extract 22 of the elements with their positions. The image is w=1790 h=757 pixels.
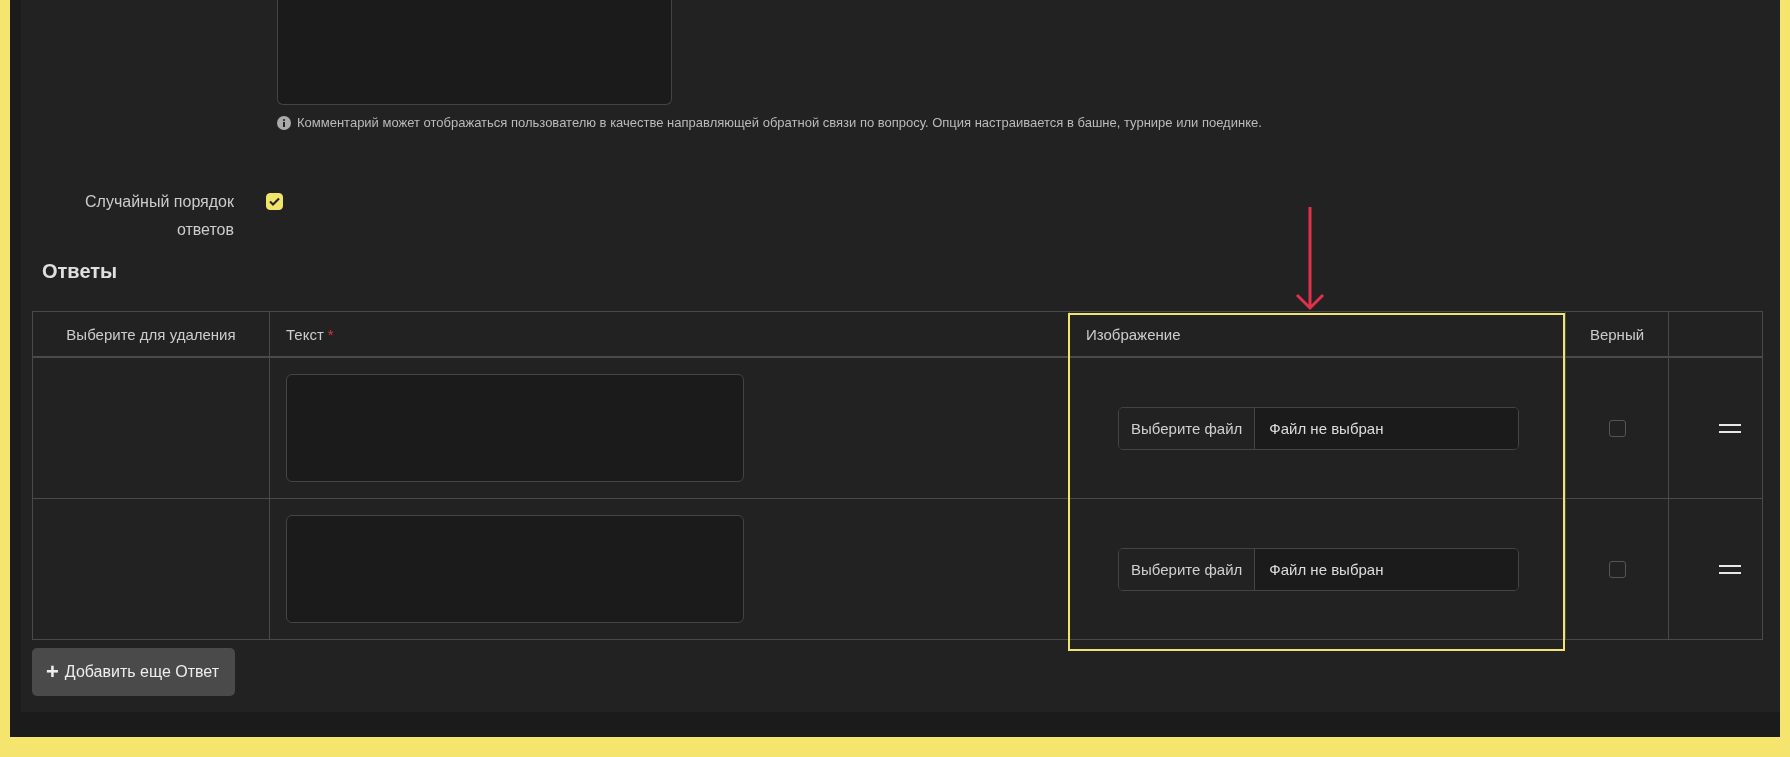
column-header: Выберите для удаления [33,312,270,358]
arrow-icon [1293,207,1327,311]
column-header: Текст * [270,312,1070,358]
shuffle-checkbox[interactable] [266,193,283,210]
column-header: Верный [1566,312,1669,358]
column-header: Изображение [1070,312,1566,358]
info-icon [277,115,291,130]
drag-handle-icon[interactable] [1719,423,1741,433]
answer-text-field[interactable] [286,515,744,623]
drag-handle-icon[interactable] [1719,564,1741,574]
choose-file-button[interactable]: Выберите файл [1119,407,1256,449]
file-input[interactable]: Выберите файл Файл не выбран [1118,406,1519,450]
correct-checkbox[interactable] [1608,419,1626,437]
add-answer-button[interactable]: + Добавить еще Ответ [32,648,236,696]
shuffle-label: Случайный порядок ответов [84,192,234,240]
choose-file-button[interactable]: Выберите файл [1119,548,1256,590]
correct-checkbox[interactable] [1608,560,1626,578]
check-icon [269,197,280,206]
answer-text-field[interactable] [286,374,744,482]
file-input[interactable]: Выберите файл Файл не выбран [1118,547,1519,591]
section-title: Ответы [42,260,119,283]
hint-text: Комментарий может отображаться пользователю в качестве направляющей обратной связи по вопросу. Опция настраивается в башне, турнире или поединке. [297,115,1262,130]
